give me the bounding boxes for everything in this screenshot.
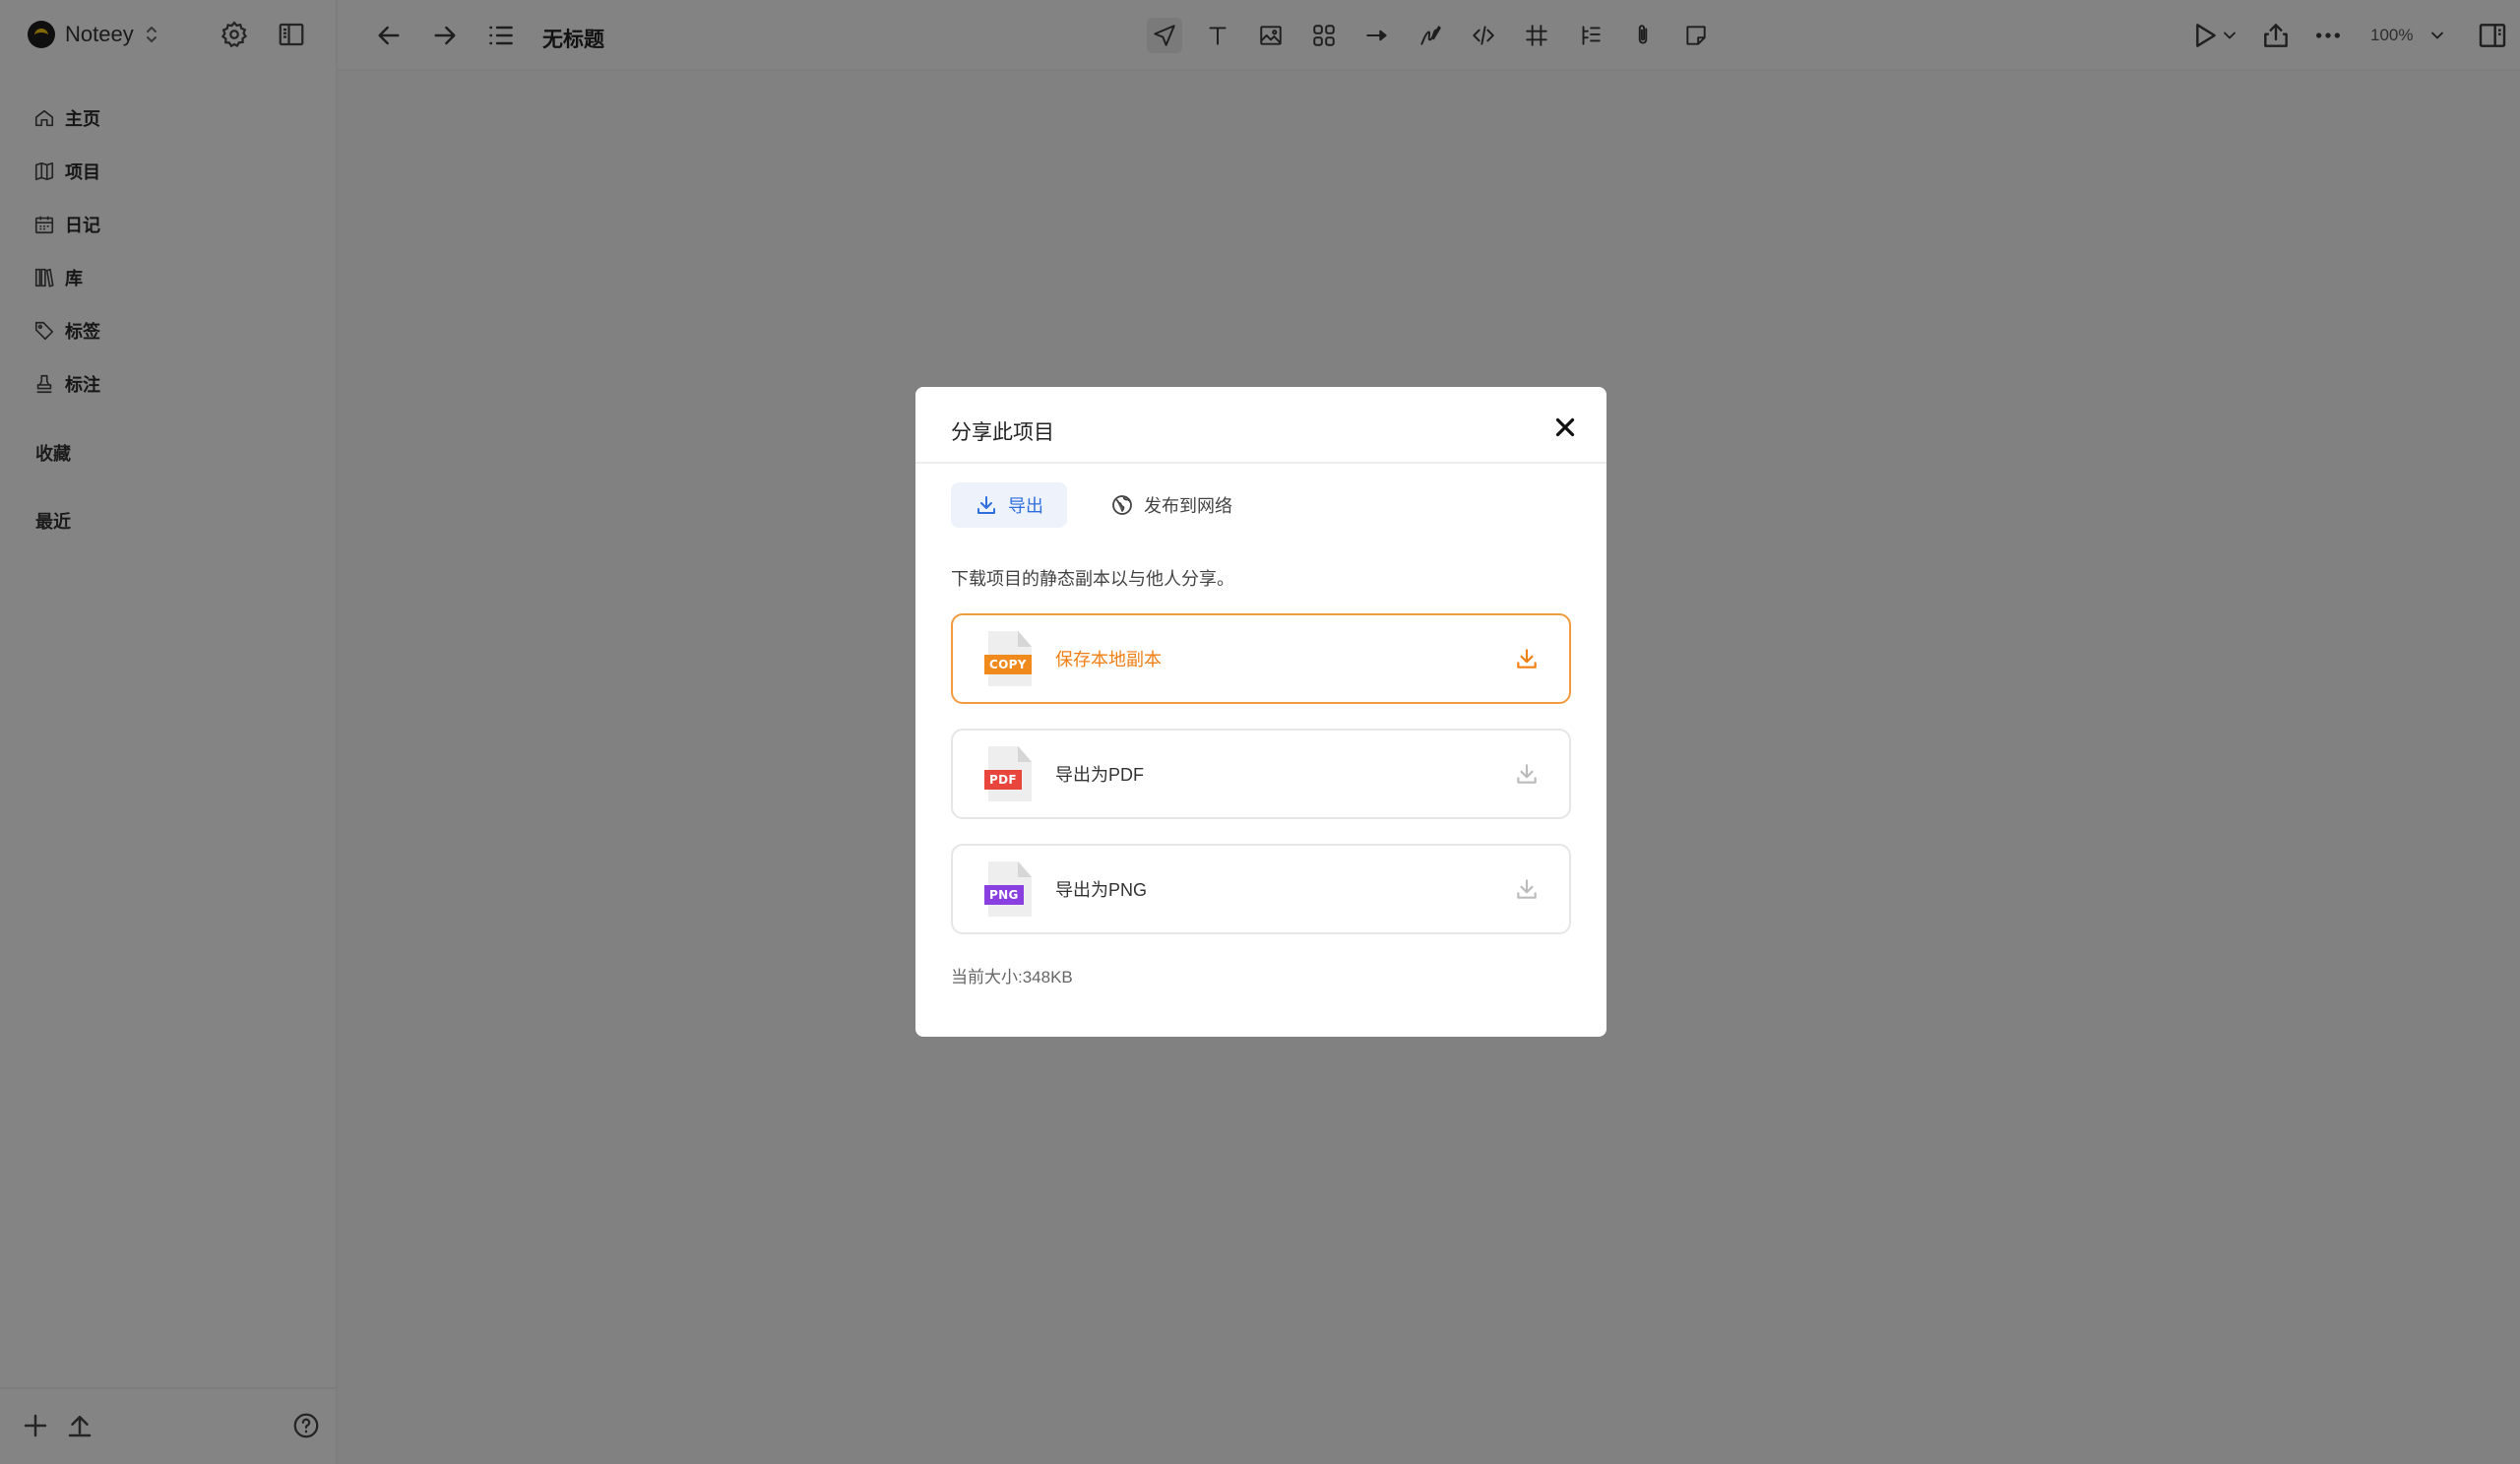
tab-publish-web[interactable]: 发布到网络 <box>1087 482 1256 528</box>
share-modal: 分享此项目 导出 发布到网络 下载项目的静态副本以与他人分享。 COPY 保存本… <box>915 387 1606 1037</box>
save-local-copy-option[interactable]: COPY 保存本地副本 <box>951 613 1571 704</box>
modal-title: 分享此项目 <box>951 421 1054 444</box>
option-label: 导出为PDF <box>1055 765 1144 785</box>
download-icon <box>977 496 995 514</box>
export-description: 下载项目的静态副本以与他人分享。 <box>951 569 1234 589</box>
tab-export[interactable]: 导出 <box>951 482 1067 528</box>
download-icon[interactable] <box>1514 876 1540 902</box>
close-icon[interactable] <box>1550 413 1580 442</box>
file-badge: PNG <box>984 885 1024 905</box>
copy-file-icon: COPY <box>984 631 1032 686</box>
share-tabs: 导出 发布到网络 <box>951 482 1256 528</box>
tab-label: 发布到网络 <box>1144 496 1232 516</box>
file-badge: PDF <box>984 770 1022 790</box>
pdf-file-icon: PDF <box>984 746 1032 801</box>
download-icon[interactable] <box>1514 761 1540 787</box>
modal-header: 分享此项目 <box>915 387 1606 464</box>
current-size: 当前大小:348KB <box>951 968 1073 987</box>
export-pdf-option[interactable]: PDF 导出为PDF <box>951 729 1571 819</box>
option-label: 导出为PNG <box>1055 880 1148 900</box>
png-file-icon: PNG <box>984 861 1032 917</box>
file-badge: COPY <box>984 655 1032 674</box>
export-png-option[interactable]: PNG 导出为PNG <box>951 844 1571 934</box>
globe-icon <box>1112 495 1132 515</box>
download-icon[interactable] <box>1514 646 1540 671</box>
tab-label: 导出 <box>1008 496 1043 516</box>
option-label: 保存本地副本 <box>1055 650 1162 669</box>
